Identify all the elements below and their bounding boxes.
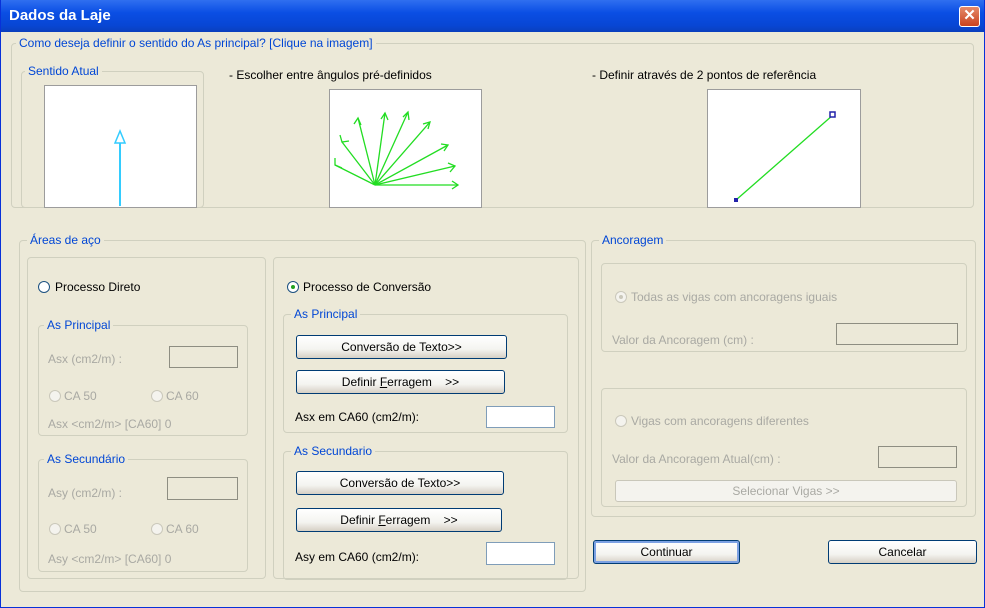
direto-label: Processo Direto <box>55 280 141 294</box>
conversao-texto-button[interactable]: Conversão de Texto>> <box>296 335 507 359</box>
direto-ca50-b-label: CA 50 <box>64 522 97 536</box>
ancoragem-legend: Ancoragem <box>599 233 667 247</box>
cancelar-button[interactable]: Cancelar <box>828 540 977 564</box>
conv-asy-input[interactable] <box>486 542 555 565</box>
direto-ca60-radio[interactable] <box>151 390 163 402</box>
sentido-legend: Como deseja definir o sentido do As prin… <box>16 36 376 50</box>
angulos-label: - Escolher entre ângulos pré-definidos <box>229 68 432 82</box>
conv-asy-label: Asy em CA60 (cm2/m): <box>295 550 420 564</box>
pontos-label: - Definir através de 2 pontos de referên… <box>592 68 817 82</box>
valor-ancoragem-label: Valor da Ancoragem (cm) : <box>612 333 754 347</box>
direto-asx-input[interactable] <box>169 346 238 368</box>
direto-asx-label: Asx (cm2/m) : <box>48 352 122 366</box>
conv-principal-legend: As Principal <box>291 307 361 321</box>
continuar-button[interactable]: Continuar <box>593 540 740 564</box>
current-direction-image <box>44 85 197 208</box>
direto-asy-label: Asy (cm2/m) : <box>48 486 122 500</box>
direto-ca50-b-radio[interactable] <box>49 523 61 535</box>
valor-atual-input[interactable] <box>878 446 957 468</box>
definir-ferragem-button-2[interactable]: Definir Ferragem >> <box>296 508 502 532</box>
areas-legend: Áreas de aço <box>27 233 104 247</box>
window-title: Dados da Laje <box>9 7 111 24</box>
valor-ancoragem-input[interactable] <box>836 323 958 345</box>
direto-ca50-label: CA 50 <box>64 389 97 403</box>
definir-ferragem-pre: Definir <box>341 375 380 389</box>
definir-ferragem-button[interactable]: Definir Ferragem >> <box>296 370 505 394</box>
direto-ca60-b-radio[interactable] <box>151 523 163 535</box>
conversao-label: Processo de Conversão <box>303 280 432 294</box>
direto-secundario-legend: As Secundário <box>44 452 129 466</box>
iguais-radio[interactable] <box>615 291 627 303</box>
direto-asy-ca60: Asy <cm2/m> [CA60] 0 <box>48 552 172 566</box>
two-points-image[interactable] <box>707 89 861 208</box>
diferentes-radio[interactable] <box>615 415 627 427</box>
close-button[interactable]: ✕ <box>959 6 980 27</box>
direto-radio[interactable] <box>38 281 50 293</box>
direto-ca50-radio[interactable] <box>49 390 61 402</box>
sentido-atual-legend: Sentido Atual <box>25 64 102 78</box>
title-bar[interactable]: Dados da Laje ✕ <box>1 0 984 32</box>
dialog-window: Dados da Laje ✕ Como deseja definir o se… <box>0 0 985 608</box>
dialog-body: Como deseja definir o sentido do As prin… <box>1 32 984 607</box>
direto-ca60-b-label: CA 60 <box>166 522 199 536</box>
valor-atual-label: Valor da Ancoragem Atual(cm) : <box>612 452 781 466</box>
conv-secundario-legend: As Secundario <box>291 444 376 458</box>
definir-ferragem-2-post: erragem >> <box>385 513 458 527</box>
conversao-radio[interactable] <box>287 281 299 293</box>
direto-asx-ca60: Asx <cm2/m> [CA60] 0 <box>48 417 172 431</box>
conv-asx-input[interactable] <box>486 406 555 428</box>
conv-asx-label: Asx em CA60 (cm2/m): <box>295 410 420 424</box>
selecionar-vigas-button[interactable]: Selecionar Vigas >> <box>615 480 957 502</box>
direto-principal-legend: As Principal <box>44 318 114 332</box>
two-points-line-icon <box>734 111 836 202</box>
direto-ca60-label: CA 60 <box>166 389 199 403</box>
definir-ferragem-2-pre: Definir <box>340 513 379 527</box>
current-direction-arrow-icon <box>113 129 127 206</box>
definir-ferragem-2-mnemonic: F <box>378 513 386 527</box>
fan-arrows-icon <box>334 110 460 190</box>
iguais-label: Todas as vigas com ancoragens iguais <box>631 290 838 304</box>
conversao-texto-button-2[interactable]: Conversão de Texto>> <box>296 471 504 495</box>
diferentes-label: Vigas com ancoragens diferentes <box>631 414 809 428</box>
definir-ferragem-post: erragem >> <box>387 375 460 389</box>
direto-asy-input[interactable] <box>167 477 238 500</box>
predefined-angles-image[interactable] <box>329 89 482 208</box>
